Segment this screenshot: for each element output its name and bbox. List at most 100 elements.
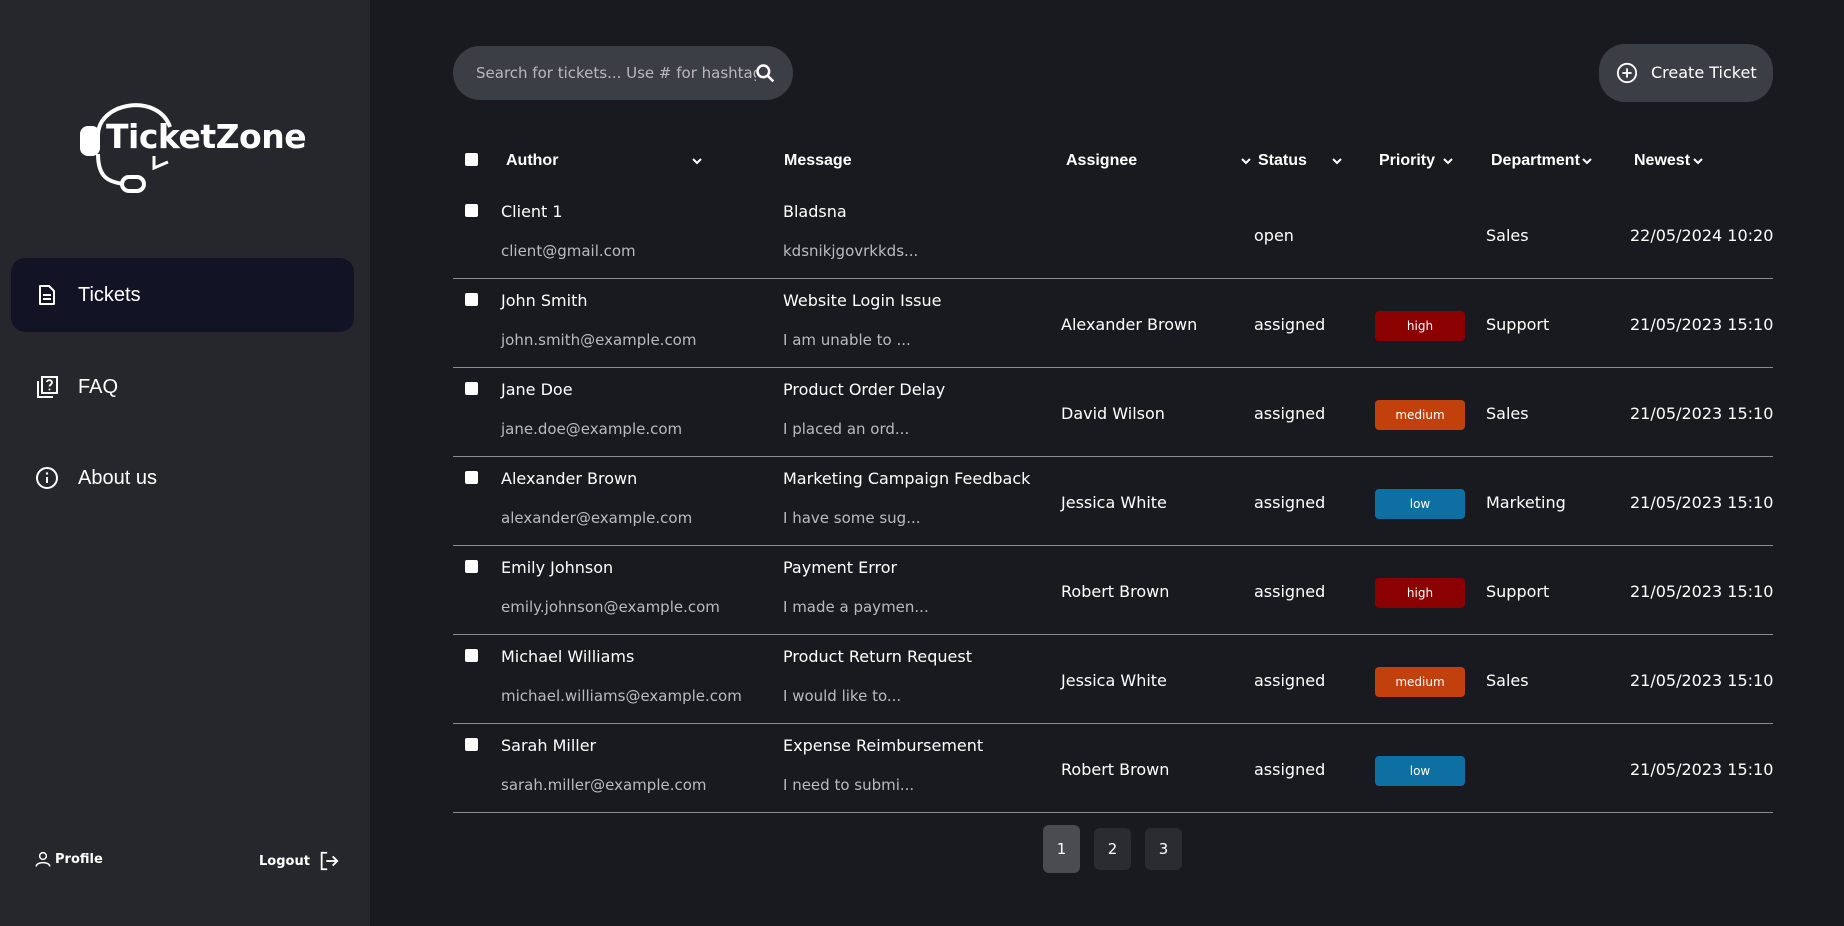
- sidebar-item-tickets[interactable]: Tickets: [11, 258, 354, 332]
- author-name: Client 1: [501, 202, 563, 221]
- message-preview: I am unable to ...: [783, 331, 911, 349]
- row-checkbox[interactable]: [465, 649, 478, 662]
- search-bar: [453, 46, 793, 100]
- search-icon[interactable]: [755, 63, 775, 83]
- column-header-priority[interactable]: Priority: [1379, 152, 1454, 170]
- document-icon: [39, 285, 55, 305]
- row-checkbox[interactable]: [465, 293, 478, 306]
- row-checkbox[interactable]: [465, 738, 478, 751]
- column-label: Status: [1258, 152, 1307, 169]
- row-checkbox[interactable]: [465, 471, 478, 484]
- priority-badge: high: [1375, 311, 1465, 341]
- message-preview: I have some sug...: [783, 509, 921, 527]
- date: 21/05/2023 15:10: [1630, 671, 1774, 690]
- table-row[interactable]: Jane Doe jane.doe@example.com Product Or…: [453, 368, 1773, 457]
- author-name: Emily Johnson: [501, 558, 614, 577]
- page-button-3[interactable]: 3: [1145, 828, 1182, 870]
- column-label: Message: [784, 152, 852, 169]
- sidebar-item-label: About us: [78, 466, 157, 489]
- page-button-2[interactable]: 2: [1094, 828, 1131, 870]
- status: assigned: [1254, 315, 1326, 334]
- date: 21/05/2023 15:10: [1630, 760, 1774, 779]
- table-row[interactable]: Alexander Brown alexander@example.com Ma…: [453, 457, 1773, 546]
- date: 21/05/2023 15:10: [1630, 315, 1774, 334]
- chevron-down-icon: [1693, 158, 1703, 165]
- status: open: [1254, 226, 1294, 245]
- row-checkbox[interactable]: [465, 560, 478, 573]
- column-label: Author: [506, 152, 559, 169]
- message-subject: Bladsna: [783, 202, 847, 221]
- chevron-down-icon: [1332, 158, 1342, 165]
- ticketzone-logo: TicketZone: [78, 82, 308, 200]
- priority-badge: low: [1375, 489, 1465, 519]
- faq-icon: [37, 376, 58, 398]
- date: 21/05/2023 15:10: [1630, 404, 1774, 423]
- sidebar-item-label: FAQ: [78, 375, 119, 398]
- priority-badge: medium: [1375, 667, 1465, 697]
- column-header-author[interactable]: Author: [506, 152, 703, 170]
- author-email: jane.doe@example.com: [501, 420, 683, 438]
- table-row[interactable]: Michael Williams michael.williams@exampl…: [453, 635, 1773, 724]
- status: assigned: [1254, 404, 1326, 423]
- create-ticket-label: Create Ticket: [1651, 63, 1757, 82]
- department: Sales: [1486, 671, 1529, 690]
- sidebar-item-label: Tickets: [78, 283, 141, 306]
- assignee: Robert Brown: [1061, 582, 1170, 601]
- author-name: Alexander Brown: [501, 469, 638, 488]
- assignee: Robert Brown: [1061, 760, 1170, 779]
- logout-icon: [320, 851, 339, 871]
- message-preview: I need to submi...: [783, 776, 915, 794]
- row-checkbox[interactable]: [465, 382, 478, 395]
- priority-badge: medium: [1375, 400, 1465, 430]
- app-name: TicketZone: [106, 117, 307, 156]
- column-header-status[interactable]: Status: [1258, 152, 1343, 170]
- info-icon: [36, 467, 58, 489]
- table-row[interactable]: Sarah Miller sarah.miller@example.com Ex…: [453, 724, 1773, 813]
- priority-badge: low: [1375, 756, 1465, 786]
- status: assigned: [1254, 582, 1326, 601]
- status: assigned: [1254, 760, 1326, 779]
- table-row[interactable]: Emily Johnson emily.johnson@example.com …: [453, 546, 1773, 635]
- logout-button[interactable]: Logout: [259, 850, 340, 872]
- date: 21/05/2023 15:10: [1630, 582, 1774, 601]
- sidebar-item-about[interactable]: About us: [11, 441, 354, 515]
- table-row[interactable]: John Smith john.smith@example.com Websit…: [453, 279, 1773, 368]
- author-email: emily.johnson@example.com: [501, 598, 720, 616]
- page-button-1[interactable]: 1: [1043, 825, 1080, 873]
- message-preview: I would like to...: [783, 687, 902, 705]
- department: Support: [1486, 315, 1550, 334]
- table-row[interactable]: Client 1 client@gmail.com Bladsna kdsnik…: [453, 190, 1773, 279]
- search-input[interactable]: [476, 46, 756, 100]
- department: Support: [1486, 582, 1550, 601]
- logout-label: Logout: [259, 853, 310, 869]
- column-header-assignee[interactable]: Assignee: [1066, 152, 1252, 170]
- message-subject: Payment Error: [783, 558, 898, 577]
- status: assigned: [1254, 493, 1326, 512]
- sidebar: TicketZone Tickets FAQ About us Profile …: [0, 0, 370, 926]
- message-subject: Expense Reimbursement: [783, 736, 984, 755]
- department: Marketing: [1486, 493, 1566, 512]
- chevron-down-icon: [692, 158, 703, 165]
- column-header-sort-newest[interactable]: Newest: [1634, 152, 1704, 170]
- assignee: David Wilson: [1061, 404, 1165, 423]
- select-all-checkbox[interactable]: [465, 153, 478, 166]
- priority-badge: high: [1375, 578, 1465, 608]
- column-label: Priority: [1379, 152, 1436, 169]
- message-preview: kdsnikjgovrkkds...: [783, 242, 919, 260]
- create-ticket-button[interactable]: Create Ticket: [1599, 44, 1773, 102]
- author-email: client@gmail.com: [501, 242, 636, 260]
- author-email: alexander@example.com: [501, 509, 693, 527]
- author-name: John Smith: [501, 291, 588, 310]
- message-subject: Marketing Campaign Feedback: [783, 469, 1031, 488]
- row-checkbox[interactable]: [465, 204, 478, 217]
- author-email: john.smith@example.com: [501, 331, 697, 349]
- profile-link[interactable]: Profile: [34, 850, 103, 868]
- sidebar-item-faq[interactable]: FAQ: [11, 350, 354, 424]
- chevron-down-icon: [1443, 158, 1453, 165]
- message-subject: Product Return Request: [783, 647, 973, 666]
- column-label: Newest: [1634, 152, 1691, 169]
- column-header-department[interactable]: Department: [1491, 152, 1593, 170]
- author-email: sarah.miller@example.com: [501, 776, 707, 794]
- message-preview: I placed an ord...: [783, 420, 910, 438]
- column-header-message: Message: [784, 152, 852, 170]
